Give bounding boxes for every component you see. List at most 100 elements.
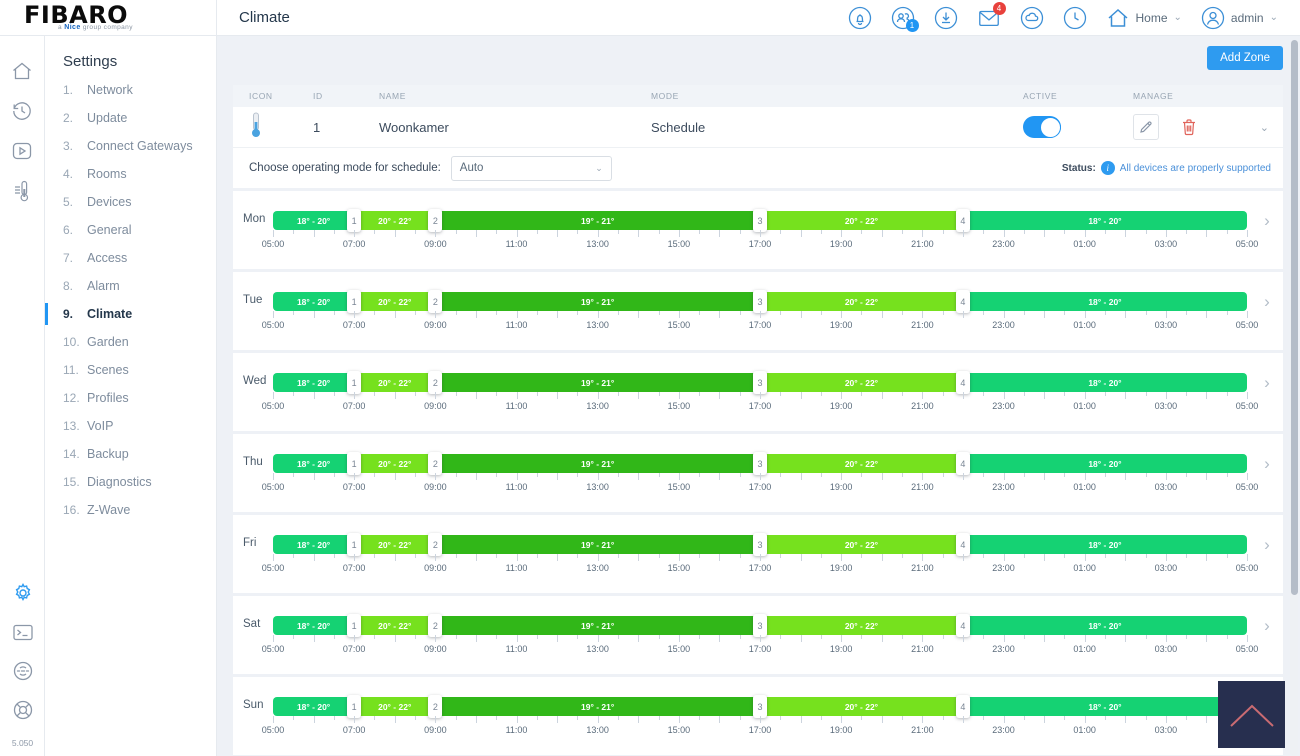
- schedule-handle-2[interactable]: 2: [428, 695, 442, 718]
- cloud-icon[interactable]: [1020, 6, 1044, 30]
- sidebar-item-connect-gateways[interactable]: 3. Connect Gateways: [45, 132, 216, 160]
- climate-icon[interactable]: [11, 180, 33, 202]
- settings-gear-icon[interactable]: [12, 582, 34, 604]
- schedule-handle-4[interactable]: 4: [956, 533, 970, 556]
- schedule-segment[interactable]: 18° - 20°: [963, 292, 1247, 311]
- schedule-handle-3[interactable]: 3: [753, 209, 767, 232]
- schedule-handle-1[interactable]: 1: [347, 290, 361, 313]
- schedule-handle-3[interactable]: 3: [753, 533, 767, 556]
- users-icon[interactable]: 1: [891, 6, 915, 30]
- schedule-segment[interactable]: 18° - 20°: [273, 535, 354, 554]
- schedule-segment[interactable]: 18° - 20°: [963, 211, 1247, 230]
- sidebar-item-general[interactable]: 6. General: [45, 216, 216, 244]
- hub-icon[interactable]: [12, 660, 34, 682]
- add-zone-button[interactable]: Add Zone: [1207, 46, 1283, 70]
- schedule-handle-1[interactable]: 1: [347, 533, 361, 556]
- sidebar-item-z-wave[interactable]: 16. Z-Wave: [45, 496, 216, 524]
- schedule-handle-1[interactable]: 1: [347, 452, 361, 475]
- schedule-handle-2[interactable]: 2: [428, 614, 442, 637]
- user-menu[interactable]: admin ⌄: [1201, 6, 1278, 30]
- sidebar-item-scenes[interactable]: 11. Scenes: [45, 356, 216, 384]
- schedule-segment[interactable]: 20° - 22°: [354, 373, 435, 392]
- schedule-segment[interactable]: 18° - 20°: [963, 697, 1247, 716]
- schedule-segment[interactable]: 19° - 21°: [435, 211, 760, 230]
- schedule-segment[interactable]: 19° - 21°: [435, 535, 760, 554]
- schedule-segment[interactable]: 20° - 22°: [354, 535, 435, 554]
- schedule-segment[interactable]: 19° - 21°: [435, 454, 760, 473]
- schedule-segment[interactable]: 20° - 22°: [354, 292, 435, 311]
- schedule-segment[interactable]: 18° - 20°: [963, 373, 1247, 392]
- terminal-icon[interactable]: [12, 621, 34, 643]
- schedule-handle-2[interactable]: 2: [428, 290, 442, 313]
- schedule-handle-2[interactable]: 2: [428, 209, 442, 232]
- schedule-handle-3[interactable]: 3: [753, 371, 767, 394]
- schedule-handle-4[interactable]: 4: [956, 209, 970, 232]
- schedule-segment[interactable]: 19° - 21°: [435, 616, 760, 635]
- schedule-handle-4[interactable]: 4: [956, 695, 970, 718]
- schedule-handle-3[interactable]: 3: [753, 695, 767, 718]
- schedule-segment[interactable]: 18° - 20°: [273, 616, 354, 635]
- schedule-handle-4[interactable]: 4: [956, 452, 970, 475]
- schedule-handle-3[interactable]: 3: [753, 452, 767, 475]
- schedule-segment[interactable]: 18° - 20°: [273, 292, 354, 311]
- schedule-segment[interactable]: 20° - 22°: [760, 454, 963, 473]
- sidebar-item-climate[interactable]: 9. Climate: [45, 300, 216, 328]
- download-icon[interactable]: [934, 6, 958, 30]
- sidebar-item-profiles[interactable]: 12. Profiles: [45, 384, 216, 412]
- sidebar-item-alarm[interactable]: 8. Alarm: [45, 272, 216, 300]
- schedule-segment[interactable]: 20° - 22°: [760, 697, 963, 716]
- schedule-segment[interactable]: 18° - 20°: [273, 373, 354, 392]
- delete-zone-button[interactable]: [1181, 118, 1197, 136]
- schedule-handle-2[interactable]: 2: [428, 533, 442, 556]
- sidebar-item-garden[interactable]: 10. Garden: [45, 328, 216, 356]
- schedule-segment[interactable]: 18° - 20°: [273, 697, 354, 716]
- alarm-bell-icon[interactable]: [848, 6, 872, 30]
- schedule-handle-1[interactable]: 1: [347, 209, 361, 232]
- schedule-handle-2[interactable]: 2: [428, 371, 442, 394]
- schedule-handle-2[interactable]: 2: [428, 452, 442, 475]
- schedule-segment[interactable]: 20° - 22°: [354, 211, 435, 230]
- schedule-handle-4[interactable]: 4: [956, 290, 970, 313]
- history-icon[interactable]: [11, 100, 33, 122]
- home-nav-icon[interactable]: [11, 60, 33, 82]
- schedule-handle-3[interactable]: 3: [753, 614, 767, 637]
- scrollbar-thumb[interactable]: [1291, 40, 1298, 595]
- media-icon[interactable]: [11, 140, 33, 162]
- zone-expand-chevron-icon[interactable]: ⌄: [1260, 121, 1269, 134]
- clock-icon[interactable]: [1063, 6, 1087, 30]
- sidebar-item-access[interactable]: 7. Access: [45, 244, 216, 272]
- mail-icon[interactable]: 4: [977, 6, 1001, 30]
- schedule-handle-4[interactable]: 4: [956, 371, 970, 394]
- support-icon[interactable]: [12, 699, 34, 721]
- schedule-segment[interactable]: 20° - 22°: [760, 292, 963, 311]
- schedule-segment[interactable]: 18° - 20°: [963, 616, 1247, 635]
- schedule-handle-4[interactable]: 4: [956, 614, 970, 637]
- home-selector[interactable]: Home ⌄: [1106, 7, 1182, 29]
- sidebar-item-network[interactable]: 1. Network: [45, 76, 216, 104]
- sidebar-item-voip[interactable]: 13. VoIP: [45, 412, 216, 440]
- schedule-segment[interactable]: 20° - 22°: [760, 535, 963, 554]
- schedule-segment[interactable]: 20° - 22°: [760, 373, 963, 392]
- schedule-handle-3[interactable]: 3: [753, 290, 767, 313]
- schedule-segment[interactable]: 20° - 22°: [354, 697, 435, 716]
- sidebar-item-backup[interactable]: 14. Backup: [45, 440, 216, 468]
- schedule-segment[interactable]: 18° - 20°: [963, 535, 1247, 554]
- schedule-handle-1[interactable]: 1: [347, 695, 361, 718]
- sidebar-item-diagnostics[interactable]: 15. Diagnostics: [45, 468, 216, 496]
- mode-select[interactable]: Auto ⌄: [451, 156, 612, 181]
- schedule-segment[interactable]: 19° - 21°: [435, 373, 760, 392]
- zone-active-toggle[interactable]: [1023, 116, 1061, 138]
- schedule-segment[interactable]: 20° - 22°: [760, 616, 963, 635]
- schedule-segment[interactable]: 18° - 20°: [273, 211, 354, 230]
- schedule-segment[interactable]: 20° - 22°: [354, 454, 435, 473]
- sidebar-item-update[interactable]: 2. Update: [45, 104, 216, 132]
- sidebar-item-devices[interactable]: 5. Devices: [45, 188, 216, 216]
- schedule-segment[interactable]: 19° - 21°: [435, 292, 760, 311]
- schedule-segment[interactable]: 19° - 21°: [435, 697, 760, 716]
- schedule-handle-1[interactable]: 1: [347, 614, 361, 637]
- schedule-handle-1[interactable]: 1: [347, 371, 361, 394]
- fibaro-logo[interactable]: FIBARO a Nice group company: [0, 0, 217, 36]
- schedule-segment[interactable]: 20° - 22°: [760, 211, 963, 230]
- schedule-segment[interactable]: 20° - 22°: [354, 616, 435, 635]
- schedule-segment[interactable]: 18° - 20°: [273, 454, 354, 473]
